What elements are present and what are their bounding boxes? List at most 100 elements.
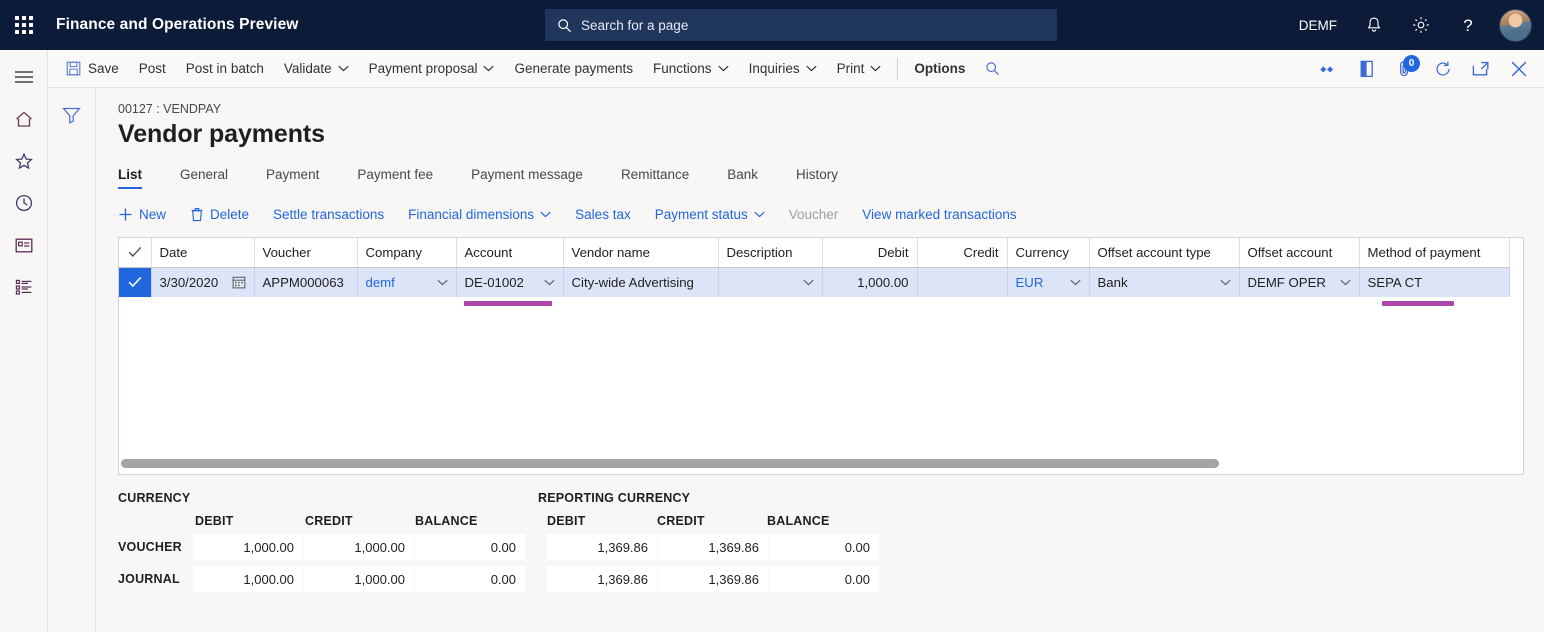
personalize-button[interactable] [1310,50,1348,88]
command-options[interactable]: Options [904,50,975,88]
tab-strip: List General Payment Payment fee Payment… [118,161,1524,189]
command-post[interactable]: Post [129,50,176,88]
column-header-credit[interactable]: Credit [917,238,1007,267]
cell-currency[interactable]: EUR [1007,267,1089,297]
close-button[interactable] [1500,50,1538,88]
column-header-method-of-payment[interactable]: Method of payment [1359,238,1509,267]
cell-account[interactable]: DE-01002 [456,267,563,297]
command-functions[interactable]: Functions [643,50,739,88]
chevron-down-icon[interactable] [437,279,448,286]
command-generate-payments[interactable]: Generate payments [504,50,643,88]
command-save[interactable]: Save [56,50,129,88]
command-generate-payments-label: Generate payments [514,61,633,76]
sidebar-item-home[interactable] [0,98,48,140]
tab-general[interactable]: General [180,161,228,189]
sidebar-item-recent[interactable] [0,182,48,224]
action-view-marked-transactions[interactable]: View marked transactions [862,207,1016,222]
tab-payment[interactable]: Payment [266,161,319,189]
totals-panel: CURRENCY REPORTING CURRENCY DEBIT CREDIT… [118,491,1524,592]
action-delete[interactable]: Delete [190,207,249,222]
office-app-button[interactable] [1348,50,1386,88]
tab-remittance[interactable]: Remittance [621,161,689,189]
avatar[interactable] [1499,9,1532,42]
column-header-offset-account-type[interactable]: Offset account type [1089,238,1239,267]
action-payment-status[interactable]: Payment status [655,207,765,222]
column-header-voucher[interactable]: Voucher [254,238,357,267]
app-launcher-button[interactable] [0,0,48,50]
list-icon [14,278,34,296]
chevron-down-icon [338,65,349,72]
sidebar-item-modules[interactable] [0,266,48,308]
command-bar-search-button[interactable] [975,50,1010,88]
global-search-box[interactable]: Search for a page [545,9,1057,41]
refresh-icon [1434,60,1452,78]
cell-description[interactable] [718,267,822,297]
cell-offset-account-value: DEMF OPER [1248,275,1326,290]
company-selector[interactable]: DEMF [1285,0,1351,50]
cell-offset-account-type-value: Bank [1098,275,1128,290]
filter-button[interactable] [57,102,87,128]
column-header-currency[interactable]: Currency [1007,238,1089,267]
chevron-down-icon[interactable] [803,279,814,286]
action-new[interactable]: New [118,207,166,222]
command-post-label: Post [139,61,166,76]
cell-offset-account-type[interactable]: Bank [1089,267,1239,297]
cell-voucher[interactable]: APPM000063 [254,267,357,297]
command-inquiries[interactable]: Inquiries [739,50,827,88]
sidebar-item-favorites[interactable] [0,140,48,182]
notifications-button[interactable] [1351,0,1397,50]
command-post-in-batch-label: Post in batch [186,61,264,76]
column-header-company[interactable]: Company [357,238,456,267]
cell-offset-account[interactable]: DEMF OPER [1239,267,1359,297]
open-in-new-window-button[interactable] [1462,50,1500,88]
tab-list[interactable]: List [118,161,142,189]
row-select-checkbox[interactable] [119,267,151,297]
calendar-icon[interactable] [232,275,246,289]
cell-date[interactable]: 3/30/2020 [151,267,254,297]
command-inquiries-label: Inquiries [749,61,800,76]
tab-payment-message[interactable]: Payment message [471,161,583,189]
cell-debit[interactable]: 1,000.00 [822,267,917,297]
column-header-vendor-name[interactable]: Vendor name [563,238,718,267]
hamburger-menu-button[interactable] [0,56,48,98]
svg-text:?: ? [1463,16,1472,35]
command-validate[interactable]: Validate [274,50,359,88]
tab-history[interactable]: History [796,161,838,189]
action-delete-label: Delete [210,207,249,222]
chevron-down-icon[interactable] [1220,279,1231,286]
column-header-account[interactable]: Account [456,238,563,267]
filter-icon [62,106,81,124]
personalize-icon [1320,63,1339,76]
top-bar-right-group: DEMF ? [1285,0,1532,50]
command-print[interactable]: Print [827,50,892,88]
sidebar-item-workspaces[interactable] [0,224,48,266]
column-header-date[interactable]: Date [151,238,254,267]
action-financial-dimensions[interactable]: Financial dimensions [408,207,551,222]
horizontal-scrollbar-thumb[interactable] [121,459,1219,468]
column-header-debit[interactable]: Debit [822,238,917,267]
refresh-button[interactable] [1424,50,1462,88]
navigation-rail [0,50,48,632]
chevron-down-icon[interactable] [1340,279,1351,286]
command-post-in-batch[interactable]: Post in batch [176,50,274,88]
command-payment-proposal[interactable]: Payment proposal [359,50,505,88]
action-sales-tax[interactable]: Sales tax [575,207,631,222]
attachments-button[interactable]: 0 [1386,50,1424,88]
chevron-down-icon[interactable] [1070,279,1081,286]
cell-company[interactable]: demf [357,267,456,297]
horizontal-scrollbar[interactable] [119,457,1523,471]
select-all-header[interactable] [119,238,151,267]
settings-button[interactable] [1397,0,1445,50]
tab-payment-fee[interactable]: Payment fee [357,161,433,189]
tab-bank[interactable]: Bank [727,161,758,189]
chevron-down-icon[interactable] [544,279,555,286]
column-header-offset-account[interactable]: Offset account [1239,238,1359,267]
table-row[interactable]: 3/30/2020 APPM000063 [119,267,1509,297]
column-header-description[interactable]: Description [718,238,822,267]
action-new-label: New [139,207,166,222]
cell-credit[interactable] [917,267,1007,297]
action-settle-transactions[interactable]: Settle transactions [273,207,384,222]
help-button[interactable]: ? [1445,0,1491,50]
cell-vendor-name[interactable]: City-wide Advertising [563,267,718,297]
cell-method-of-payment[interactable]: SEPA CT [1359,267,1509,297]
